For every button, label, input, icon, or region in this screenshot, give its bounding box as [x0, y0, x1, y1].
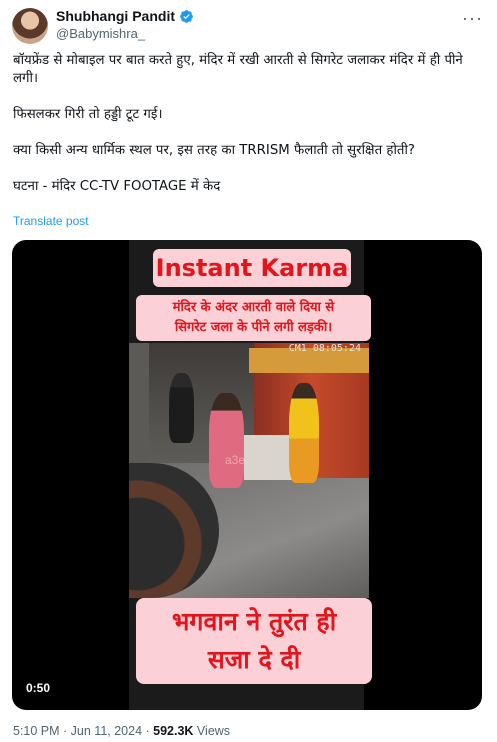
tweet-paragraph: फिसलकर गिरी तो हड्डी टूट गई।	[13, 107, 163, 122]
cctv-footage: CM1 08:05:24 a3e	[129, 343, 369, 598]
video-duration: 0:50	[20, 679, 57, 697]
watermark: a3e	[225, 453, 246, 467]
caption-bottom-line: भगवान ने तुरंत ही	[171, 607, 337, 636]
meta-separator: ·	[59, 724, 71, 738]
caption-subtitle: मंदिर के अंदर आरती वाले दिया से सिगरेट ज…	[136, 295, 371, 341]
caption-bottom-line: सजा दे दी	[207, 645, 301, 674]
caption-title: Instant Karma	[153, 249, 351, 287]
verified-badge-icon	[180, 9, 193, 23]
tweet-paragraph: बॉयफ्रेंड से मोबाइल पर बात करते हुए, मंद…	[13, 53, 463, 86]
person-pink-saree	[209, 393, 244, 488]
views-label: Views	[193, 724, 231, 738]
more-options-icon[interactable]: ···	[462, 8, 483, 29]
translate-post-link[interactable]: Translate post	[13, 214, 89, 228]
post-metadata: 5:10 PM · Jun 11, 2024 · 592.3K Views	[13, 724, 230, 738]
caption-subtitle-line: सिगरेट जला के पीने लगी लड़की।	[174, 320, 333, 335]
display-name[interactable]: Shubhangi Pandit	[56, 8, 175, 24]
post-time[interactable]: 5:10 PM	[13, 724, 60, 738]
avatar[interactable]	[12, 8, 48, 44]
caption-subtitle-line: मंदिर के अंदर आरती वाले दिया से	[172, 300, 335, 315]
person-priest	[289, 383, 319, 483]
tweet-paragraph: घटना - मंदिर CC-TV FOOTAGE में केद	[13, 179, 221, 194]
caption-bottom: भगवान ने तुरंत ही सजा दे दी	[136, 598, 372, 684]
post-date[interactable]: Jun 11, 2024	[71, 724, 142, 738]
tweet-text: बॉयफ्रेंड से मोबाइल पर बात करते हुए, मंद…	[13, 52, 481, 214]
tweet-paragraph: क्या किसी अन्य धार्मिक स्थल पर, इस तरह क…	[13, 143, 415, 158]
person-background	[169, 373, 194, 443]
meta-separator: ·	[142, 724, 154, 738]
video-player[interactable]: CM1 08:05:24 a3e Instant Karma मंदिर के …	[12, 240, 482, 710]
cctv-timestamp: CM1 08:05:24	[288, 343, 361, 354]
author-name-row: Shubhangi Pandit	[56, 8, 194, 24]
author-handle[interactable]: @Babymishra_	[56, 26, 145, 41]
views-count: 592.3K	[153, 724, 194, 738]
